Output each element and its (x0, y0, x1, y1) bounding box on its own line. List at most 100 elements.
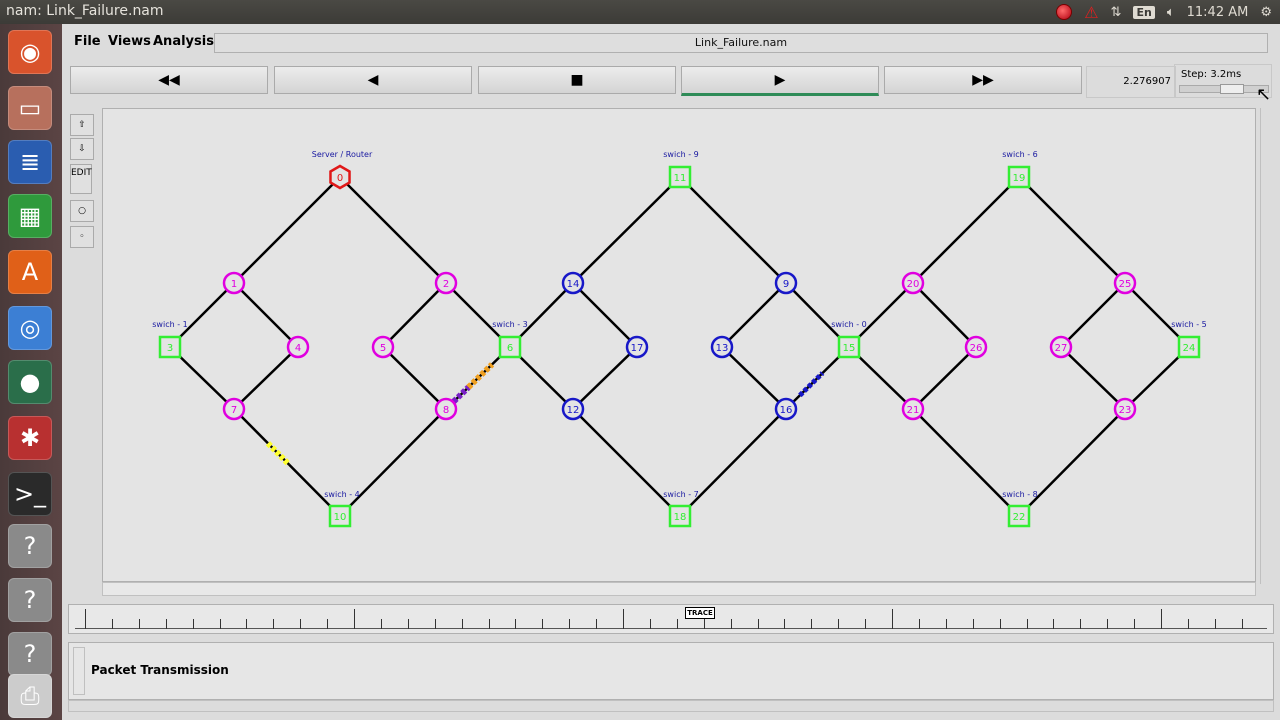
node-label-1: 1 (231, 279, 237, 290)
timeline-tick (757, 619, 759, 629)
zoom-out-button[interactable]: ⇩ (70, 138, 94, 160)
network-icon[interactable]: ⇅ (1111, 5, 1122, 20)
timeline-tick (865, 619, 867, 629)
volume-icon[interactable]: 🔈︎ (1167, 5, 1175, 20)
timeline-tick (703, 619, 705, 629)
timeline-tick (784, 619, 786, 629)
timeline[interactable]: TRACE (68, 604, 1274, 634)
network-canvas[interactable]: 0 1 2 3 4 5 6 7 8 9 10 11 12 13 14 15 16 17 18 19 20 21 22 23 24… (102, 108, 1256, 582)
unknown-1-icon[interactable]: ? (8, 524, 52, 568)
link-18-16 (679, 408, 787, 517)
node-label-0: 0 (337, 173, 343, 184)
record-icon[interactable] (1056, 4, 1073, 20)
side-toolbar: ⇧ ⇩ EDIT ○ ◦ (68, 108, 96, 298)
switch-label: Server / Router (312, 150, 373, 159)
timeline-axis (75, 628, 1267, 629)
node-label-13: 13 (716, 343, 729, 354)
timeline-tick (488, 619, 490, 629)
switch-label: swich - 3 (492, 320, 527, 329)
keyboard-layout[interactable]: En (1133, 5, 1155, 19)
link-17-12 (572, 346, 638, 410)
annotation-hscrollbar[interactable] (68, 700, 1274, 712)
unknown-2-icon[interactable]: ? (8, 578, 52, 622)
node-tool-button[interactable]: ○ (70, 200, 94, 222)
timeline-tick (945, 619, 947, 629)
menu-views[interactable]: Views (108, 34, 151, 49)
launcher: ◉ ▭ ≣ ▦ A ◎ ● ✱ >_??? ⎙ (0, 24, 63, 720)
timeline-tick (542, 619, 544, 629)
node-label-9: 9 (783, 279, 789, 290)
edit-button[interactable]: EDIT (70, 164, 92, 194)
files-icon[interactable]: ▭ (8, 86, 52, 130)
writer-icon[interactable]: ≣ (8, 140, 52, 184)
link-0-1 (233, 176, 341, 284)
switch-label: swich - 9 (663, 150, 698, 159)
node-label-24: 24 (1183, 343, 1196, 354)
stop-button[interactable]: ■ (478, 66, 676, 94)
node-label-4: 4 (295, 343, 301, 354)
step-slider-thumb[interactable] (1220, 84, 1244, 94)
earth-icon[interactable]: ● (8, 360, 52, 404)
link-13-16 (721, 346, 787, 410)
node-label-18: 18 (674, 512, 687, 523)
node-label-25: 25 (1119, 279, 1132, 290)
settings-icon[interactable]: ✱ (8, 416, 52, 460)
play-button[interactable]: ▶ (681, 66, 879, 96)
menu-file[interactable]: File (74, 34, 101, 49)
terminal-icon[interactable]: >_ (8, 472, 52, 516)
switch-label: swich - 6 (1002, 150, 1037, 159)
timeline-tick (972, 619, 974, 629)
rewind-button[interactable]: ◀◀ (70, 66, 268, 94)
link-1-4 (233, 282, 299, 348)
warning-icon[interactable]: ⚠ (1084, 3, 1098, 22)
link-22-23 (1018, 408, 1126, 517)
node-label-2: 2 (443, 279, 449, 290)
link-10-8 (339, 408, 447, 517)
horizontal-scrollbar[interactable] (102, 582, 1256, 596)
timeline-tick (273, 619, 275, 629)
node-label-6: 6 (507, 343, 513, 354)
node-label-5: 5 (380, 343, 386, 354)
timeline-marker[interactable]: TRACE (685, 607, 715, 619)
clock[interactable]: 11:42 AM (1187, 5, 1249, 20)
timeline-tick (165, 619, 167, 629)
switch-label: swich - 0 (831, 320, 866, 329)
timeline-tick (1161, 609, 1162, 629)
timeline-tick (730, 619, 732, 629)
small-node-tool-button[interactable]: ◦ (70, 226, 94, 248)
printer-icon[interactable]: ⎙ (8, 674, 52, 718)
annotation-text: Packet Transmission (91, 663, 229, 677)
node-label-27: 27 (1055, 343, 1068, 354)
annotation-scrollbar[interactable] (73, 647, 85, 695)
step-label: Step: 3.2ms (1181, 69, 1242, 80)
menu-analysis[interactable]: Analysis (153, 34, 214, 49)
node-label-26: 26 (970, 343, 983, 354)
node-label-23: 23 (1119, 405, 1132, 416)
gear-icon[interactable]: ⚙ (1260, 5, 1272, 20)
node-label-16: 16 (780, 405, 793, 416)
link-20-26 (912, 282, 977, 348)
timeline-tick (461, 619, 463, 629)
timeline-tick (1053, 619, 1055, 629)
timeline-tick (380, 619, 382, 629)
timeline-tick (1187, 619, 1189, 629)
topology-svg: 01 23 4 5 67 89101112131415161718192021222324… (152, 150, 1207, 528)
link-20-19 (912, 176, 1020, 284)
step-back-button[interactable]: ◀ (274, 66, 472, 94)
timeline-tick (246, 619, 248, 629)
timeline-tick (1107, 619, 1109, 629)
link-25-27 (1060, 282, 1126, 348)
zoom-in-button[interactable]: ⇧ (70, 114, 94, 136)
timeline-tick (111, 619, 113, 629)
timeline-tick (1026, 619, 1028, 629)
vertical-scrollbar[interactable] (1260, 108, 1275, 584)
unknown-3-icon[interactable]: ? (8, 632, 52, 676)
chromium-icon[interactable]: ◎ (8, 306, 52, 350)
software-center-icon[interactable]: A (8, 250, 52, 294)
switch-label: swich - 7 (663, 490, 698, 499)
fast-forward-button[interactable]: ▶▶ (884, 66, 1082, 94)
node-label-14: 14 (567, 279, 580, 290)
timeline-tick (918, 619, 920, 629)
calc-icon[interactable]: ▦ (8, 194, 52, 238)
ubuntu-dash-icon[interactable]: ◉ (8, 30, 52, 74)
